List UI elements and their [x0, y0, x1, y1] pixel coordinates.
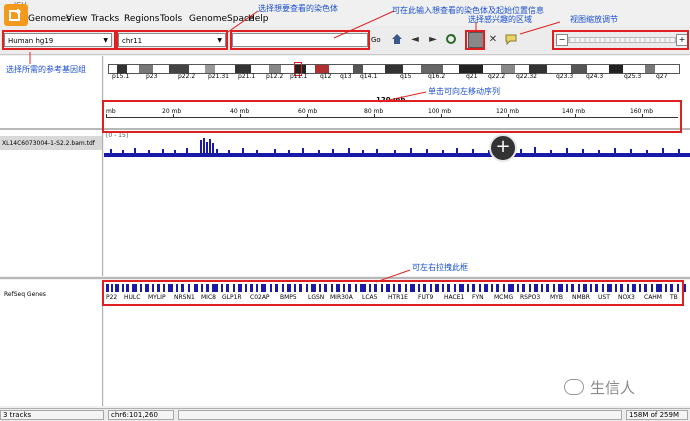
watermark: 生信人	[564, 376, 635, 398]
annotation-select-chromosome: 选择想要查看的染色体	[258, 4, 338, 13]
wechat-icon	[564, 379, 584, 395]
watermark-text: 生信人	[590, 378, 636, 397]
status-memory: 158M of 259M	[626, 410, 688, 420]
annotation-select-region: 选择感兴趣的区域	[468, 15, 532, 24]
annotation-zoom-adjust: 视图缩放调节	[570, 15, 618, 24]
annotation-select-genome: 选择所需的参考基因组	[6, 65, 86, 74]
status-bar: 3 tracks chr6:101,260 158M of 259M	[0, 408, 690, 421]
status-position: chr6:101,260	[108, 410, 174, 420]
annotation-drag-frame: 可左右拉拽此框	[412, 263, 468, 272]
status-message	[178, 410, 622, 420]
annotation-arrows	[29, 10, 561, 283]
annotation-click-move: 单击可向左移动序列	[428, 87, 500, 96]
status-tracks: 3 tracks	[0, 410, 104, 420]
